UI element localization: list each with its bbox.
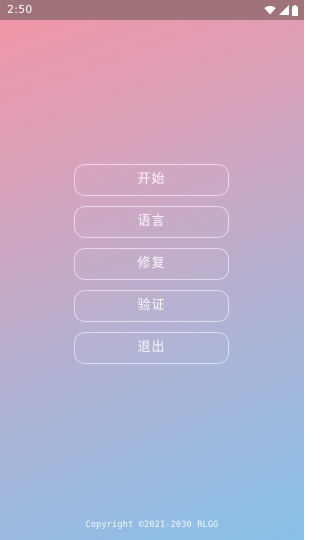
start-button[interactable]: 开始: [74, 164, 229, 196]
language-button[interactable]: 语言: [74, 206, 229, 238]
app-screen: 2:50 开始 语言 修复 验证 退出 Copyright ©2021-2030…: [0, 0, 304, 540]
main-menu: 开始 语言 修复 验证 退出: [74, 164, 229, 374]
wifi-icon: [264, 5, 276, 15]
status-bar: 2:50: [0, 0, 304, 20]
status-time: 2:50: [7, 3, 33, 16]
repair-button[interactable]: 修复: [74, 248, 229, 280]
verify-button[interactable]: 验证: [74, 290, 229, 322]
copyright-text: Copyright ©2021-2030 RLGG: [85, 520, 219, 530]
cellular-signal-icon: [279, 5, 289, 15]
status-icons: [264, 4, 298, 16]
exit-button[interactable]: 退出: [74, 332, 229, 364]
battery-icon: [292, 4, 298, 16]
